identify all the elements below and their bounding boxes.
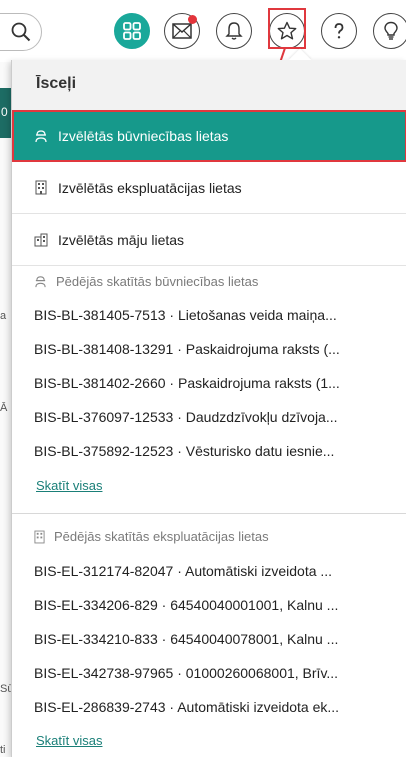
dropdown-title: Īsceļi (36, 75, 77, 92)
menu-item-label: Izvēlētās būvniecības lietas (58, 127, 229, 144)
apps-button[interactable] (114, 13, 150, 49)
shortcuts-dropdown: Īsceļi Izvēlētās būvniecības lietas Izvē… (11, 48, 406, 757)
grid-icon (123, 22, 141, 40)
edge-fragment: ti (0, 744, 6, 756)
recent-exploitation-item[interactable]: BIS-EL-334210-833 · 64540040078001, Kaln… (34, 631, 384, 647)
edge-text: 0 (1, 105, 8, 119)
messages-button[interactable] (164, 13, 200, 49)
envelope-icon (172, 23, 192, 39)
question-icon (334, 23, 344, 39)
builder-icon (34, 275, 47, 288)
edge-fragment: Ā (0, 402, 8, 414)
recent-construction-item[interactable]: BIS-BL-376097-12533 · Daudzdzīvokļu dzīv… (34, 409, 384, 425)
ideas-button[interactable] (373, 13, 406, 49)
menu-item-construction-cases[interactable]: Izvēlētās būvniecības lietas (12, 110, 406, 162)
recent-exploitation-item[interactable]: BIS-EL-312174-82047 · Automātiski izveid… (34, 563, 384, 579)
section-title-text: Pēdējās skatītās ekspluatācijas lietas (54, 529, 269, 544)
bell-icon (225, 22, 243, 40)
section-divider (12, 513, 406, 514)
view-all-construction-link[interactable]: Skatīt visas (36, 478, 102, 493)
menu-item-house-cases[interactable]: Izvēlētās māju lietas (12, 214, 406, 266)
edge-fragment: a (0, 310, 7, 322)
section-title-text: Pēdējās skatītās būvniecības lietas (56, 274, 259, 289)
builder-icon (34, 128, 48, 144)
houses-icon (34, 232, 48, 248)
lightbulb-icon (384, 21, 398, 40)
search-icon (11, 22, 31, 42)
dropdown-header: Īsceļi (12, 60, 406, 110)
menu-item-exploitation-cases[interactable]: Izvēlētās ekspluatācijas lietas (12, 162, 406, 214)
top-bar (0, 0, 406, 62)
recent-construction-item[interactable]: BIS-BL-375892-12523 · Vēsturisko datu ie… (34, 443, 384, 459)
recent-construction-item[interactable]: BIS-BL-381408-13291 · Paskaidrojuma raks… (34, 341, 384, 357)
recent-exploitation-item[interactable]: BIS-EL-286839-2743 · Automātiski izveido… (34, 699, 384, 715)
building-icon (34, 530, 45, 544)
menu-item-label: Izvēlētās māju lietas (58, 231, 185, 248)
section-title-recent-construction: Pēdējās skatītās būvniecības lietas (34, 274, 258, 289)
background-teal-edge: 0 (0, 88, 11, 138)
recent-exploitation-item[interactable]: BIS-EL-342738-97965 · 01000260068001, Br… (34, 665, 384, 681)
recent-construction-item[interactable]: BIS-BL-381405-7513 · Lietošanas veida ma… (34, 307, 384, 323)
recent-exploitation-item[interactable]: BIS-EL-334206-829 · 64540040001001, Kaln… (34, 597, 384, 613)
help-button[interactable] (321, 13, 357, 49)
recent-construction-item[interactable]: BIS-BL-381402-2660 · Paskaidrojuma rakst… (34, 375, 384, 391)
notifications-button[interactable] (216, 13, 252, 49)
view-all-exploitation-link[interactable]: Skatīt visas (36, 733, 102, 748)
menu-item-label: Izvēlētās ekspluatācijas lietas (58, 179, 242, 196)
building-icon (34, 180, 48, 196)
notification-dot (188, 15, 197, 24)
search-button[interactable] (0, 13, 42, 51)
section-title-recent-exploitation: Pēdējās skatītās ekspluatācijas lietas (34, 529, 269, 544)
star-highlight-box (268, 8, 306, 49)
